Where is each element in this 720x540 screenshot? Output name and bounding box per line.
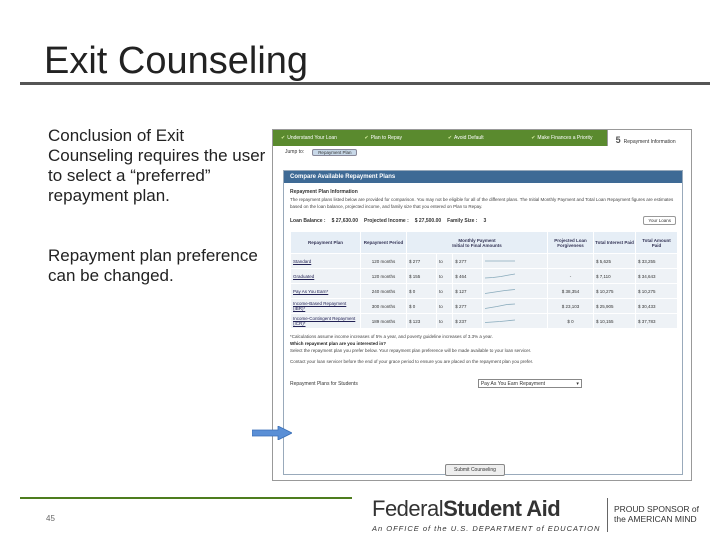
sponsor-line1: PROUD SPONSOR of [614,504,700,514]
projected-income-label: Projected Income : [364,217,409,224]
section-title: Repayment Plan Information [290,189,358,195]
payment-trend [482,283,548,299]
intro-text: The repayment plans listed below are pro… [290,197,674,209]
loan-balance-value: $ 27,630.00 [331,217,358,224]
family-size-label: Family Size : [447,217,478,224]
bullet-item: Repayment plan preference can be changed… [48,246,258,285]
sponsor-line2: the AMERICAN MIND [614,514,697,524]
panel-title: Compare Available Repayment Plans [284,171,682,183]
question: Which repayment plan are you interested … [290,341,387,346]
instruction: Select the repayment plan you prefer bel… [290,348,532,353]
logo-student-aid: Student Aid [443,496,561,521]
submit-counseling-button[interactable]: Submit Counseling [445,464,505,476]
sponsor-text: PROUD SPONSOR of the AMERICAN MIND [614,504,699,524]
footer-rule [20,497,352,499]
preference-label: Repayment Plans for Students [290,380,358,387]
contact-note: Contact your loan servicer before the en… [290,359,534,364]
jump-to-label: Jump to: [285,149,305,155]
title-rule [20,82,710,85]
step-number: 5 [615,135,621,145]
table-row: Graduated 120 months $ 155 to $ 464 - $ … [290,268,678,284]
step-finances-priority[interactable]: ✔ Make Finances a Priority [523,130,606,146]
table-row: Standard 120 months $ 277 to $ 277 $ 5,6… [290,253,678,269]
plan-name-link[interactable]: Standard [290,253,361,269]
page-number: 45 [46,514,55,523]
col-forgiveness: Projected Loan Forgiveness [547,231,594,254]
check-icon: ✔ [531,135,536,141]
progress-steps: ✔ Understand Your Loan ✔ Plan to Repay ✔ Av… [273,130,691,146]
logo-federal: Federal [372,496,444,521]
footnote: *Calculations assume income increases of… [290,334,493,339]
payment-trend [482,313,548,329]
plan-name-link[interactable]: Pay As You Earn* [290,283,361,299]
slide-title: Exit Counseling [44,40,309,82]
preference-row: Repayment Plans for Students Pay As You … [290,379,676,388]
projected-income-value: $ 27,500.00 [414,217,442,224]
compare-plans-panel: Compare Available Repayment Plans Repaym… [283,170,683,475]
bullet-item: Conclusion of Exit Counseling requires t… [48,126,266,205]
repayment-plans-table: Repayment Plan Repayment Period Monthly … [290,231,678,329]
table-row: Pay As You Earn* 240 months $ 0 to $ 127… [290,283,678,299]
your-loans-button[interactable]: Your Loans [643,216,676,225]
check-icon: ✔ [281,135,286,141]
pointer-arrow-icon [252,426,292,440]
col-interest: Total Interest Paid [593,231,636,254]
col-plan: Repayment Plan [290,231,361,254]
payment-trend [482,298,548,314]
plan-name-link[interactable]: Income-Based Repayment (IBR)* [290,298,361,314]
step-plan-to-repay[interactable]: ✔ Plan to Repay [356,130,439,146]
col-monthly: Monthly Payment Initial to Final Amounts [406,231,548,254]
plan-name-link[interactable]: Graduated [290,268,361,284]
family-size-value: 3 [483,217,487,224]
preferred-plan-select[interactable]: Pay As You Earn Repayment ▾ [477,379,582,388]
chevron-down-icon: ▾ [576,381,579,387]
jump-to-repayment-plan-button[interactable]: Repayment Plan [312,148,358,156]
table-row: Income-Contingent Repayment (ICR)* 189 m… [290,313,678,329]
col-total: Total Amount Paid [635,231,678,254]
table-row: Income-Based Repayment (IBR)* 300 months… [290,298,678,314]
loan-summary: Loan Balance : $ 27,630.00 Projected Inc… [290,216,676,225]
embedded-screenshot: ✔ Understand Your Loan ✔ Plan to Repay ✔ Av… [272,129,692,481]
loan-balance-label: Loan Balance : [290,217,326,224]
bullet-list: Conclusion of Exit Counseling requires t… [48,126,268,326]
step-avoid-default[interactable]: ✔ Avoid Default [440,130,523,146]
step-understand-loan[interactable]: ✔ Understand Your Loan [273,130,356,146]
col-period: Repayment Period [360,231,407,254]
check-icon: ✔ [447,135,453,141]
plan-name-link[interactable]: Income-Contingent Repayment (ICR)* [290,313,361,329]
payment-trend [482,253,548,269]
step-repayment-information[interactable]: 5 Repayment Information [606,130,691,146]
brand-separator [607,498,608,532]
check-icon: ✔ [364,135,369,141]
jump-to-bar: Jump to: Repayment Plan [273,146,691,158]
payment-trend [482,268,548,284]
table-header-row: Repayment Plan Repayment Period Monthly … [290,231,678,254]
office-line: An OFFICE of the U.S. DEPARTMENT of EDUC… [372,524,601,533]
fsa-logo: FederalStudent Aid An OFFICE of the U.S.… [372,496,612,533]
notes: *Calculations assume income increases of… [290,333,676,365]
